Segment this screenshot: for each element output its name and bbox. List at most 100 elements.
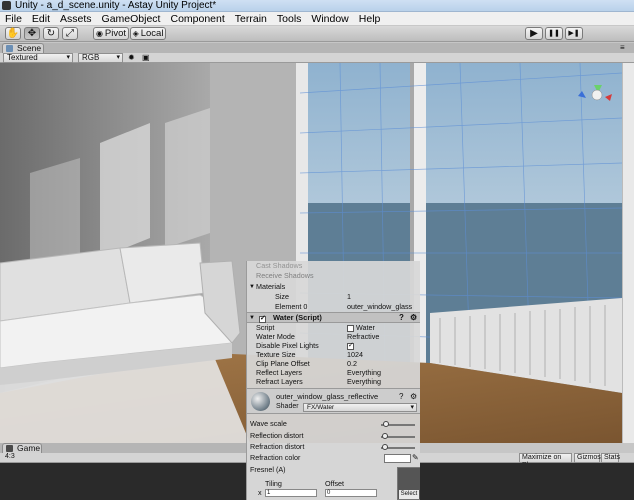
refraction-color-swatch[interactable]: [384, 454, 411, 463]
hand-tool-button[interactable]: ✋: [5, 27, 21, 40]
stats-toggle[interactable]: Stats: [601, 453, 620, 463]
help-icon[interactable]: ?: [399, 313, 404, 323]
refraction-color-label: Refraction color: [250, 453, 301, 462]
refract-layers-row: Refract Layers Everything: [247, 377, 420, 387]
scale-icon: ⤢: [66, 27, 74, 39]
panel-menu-icon[interactable]: ≡: [620, 43, 625, 52]
script-object-icon: [347, 324, 354, 332]
tiling-x-field[interactable]: 1: [265, 489, 317, 497]
play-button[interactable]: ▶: [525, 27, 543, 40]
render-mode-dropdown[interactable]: Textured: [3, 53, 73, 63]
element0-field[interactable]: outer_window_glass: [347, 302, 412, 312]
receive-shadows-row: Receive Shadows: [247, 271, 420, 281]
material-preview-icon: [251, 392, 270, 411]
shader-dropdown[interactable]: FX/Water: [303, 403, 417, 412]
materials-row[interactable]: ▼ Materials: [247, 282, 420, 292]
scene-tab-icon: [6, 45, 13, 52]
step-button[interactable]: ▶❚: [565, 27, 583, 40]
scene-image-icon[interactable]: ▣: [142, 53, 150, 62]
play-icon: ▶: [530, 27, 538, 39]
menu-gameobject[interactable]: GameObject: [97, 12, 166, 26]
element0-label: Element 0: [275, 302, 308, 311]
local-icon: ◈: [132, 29, 139, 38]
water-component-label: Water (Script): [273, 313, 322, 322]
menu-component[interactable]: Component: [165, 12, 229, 26]
maximize-on-play-toggle[interactable]: Maximize on Play: [519, 453, 572, 469]
game-right-control-bar: Maximize on Play Gizmos Stats: [420, 453, 634, 469]
window-title: Unity - a_d_scene.unity - Astay Unity Pr…: [15, 0, 217, 11]
color-mode-dropdown[interactable]: RGB: [78, 53, 123, 63]
material-gear-icon[interactable]: ⚙: [410, 392, 417, 401]
fresnel-label: Fresnel (A): [250, 465, 286, 474]
wave-scale-thumb[interactable]: [383, 421, 389, 427]
menu-tools[interactable]: Tools: [272, 12, 307, 26]
material-help-icon[interactable]: ?: [399, 392, 403, 401]
move-tool-button[interactable]: ✥: [24, 27, 40, 40]
checkbox-check-icon: [347, 341, 354, 351]
title-bar: Unity - a_d_scene.unity - Astay Unity Pr…: [0, 0, 634, 12]
materials-label: Materials: [256, 282, 286, 291]
size-value[interactable]: 1: [347, 292, 351, 302]
step-icon: ▶❚: [568, 29, 580, 37]
pivot-label: Pivot: [104, 28, 127, 39]
refraction-distort-thumb[interactable]: [382, 444, 388, 450]
hand-icon: ✋: [6, 27, 20, 39]
rotate-tool-button[interactable]: ↻: [43, 27, 59, 40]
game-control-bar: 4:3: [0, 453, 246, 463]
game-view-right[interactable]: [420, 463, 634, 500]
material-header: outer_window_glass_reflective ? ⚙ Shader…: [247, 388, 420, 414]
pause-button[interactable]: ❚❚: [545, 27, 563, 40]
shader-label: Shader: [276, 403, 299, 410]
wave-scale-label: Wave scale: [250, 419, 287, 428]
scene-tab-label: Scene: [17, 43, 42, 53]
tiling-x-row: x 1 0: [247, 488, 420, 498]
refract-layers-label: Refract Layers: [256, 377, 303, 386]
element0-row: Element 0 outer_window_glass: [247, 302, 420, 312]
menu-terrain[interactable]: Terrain: [230, 12, 272, 26]
main-toolbar: ✋ ✥ ↻ ⤢ ◉ Pivot ◈ Local ▶ ❚❚ ▶❚: [0, 26, 634, 42]
game-tab-bar: Game: [0, 443, 246, 453]
scene-lighting-icon[interactable]: ✹: [128, 53, 135, 62]
local-toggle[interactable]: ◈ Local: [130, 27, 166, 40]
scene-tab-bar: Scene ≡: [0, 43, 634, 53]
tab-game[interactable]: Game: [2, 443, 42, 453]
pivot-toggle[interactable]: ◉ Pivot: [93, 27, 129, 40]
viewport-scrollbar[interactable]: [622, 63, 634, 443]
tab-scene[interactable]: Scene: [2, 43, 44, 53]
scale-tool-button[interactable]: ⤢: [62, 27, 78, 40]
menu-edit[interactable]: Edit: [27, 12, 55, 26]
rotate-icon: ↻: [46, 27, 56, 39]
eyedropper-icon[interactable]: ✎: [412, 453, 419, 462]
water-fold-icon[interactable]: ▼: [249, 313, 255, 323]
script-enable-checkbox[interactable]: [259, 314, 266, 324]
menu-assets[interactable]: Assets: [55, 12, 97, 26]
cast-shadows-label: Cast Shadows: [256, 261, 303, 270]
menu-file[interactable]: File: [0, 12, 27, 26]
fresnel-texture-slot[interactable]: Select: [397, 467, 420, 500]
water-component-header[interactable]: ▼ Water (Script) ? ⚙: [247, 312, 420, 324]
gear-icon[interactable]: ⚙: [410, 313, 417, 323]
cast-shadows-row: Cast Shadows: [247, 261, 420, 271]
material-name: outer_window_glass_reflective: [276, 392, 379, 401]
refract-layers-dropdown[interactable]: Everything: [347, 377, 381, 387]
size-row: Size 1: [247, 292, 420, 302]
menu-help[interactable]: Help: [354, 12, 386, 26]
refraction-distort-label: Refraction distort: [250, 442, 305, 451]
game-tab-icon: [6, 445, 13, 452]
tiling-x-label: x: [258, 488, 262, 497]
local-label: Local: [140, 28, 164, 39]
reflection-distort-label: Reflection distort: [250, 431, 304, 440]
game-view[interactable]: [0, 463, 246, 500]
unity-logo-icon: [2, 1, 11, 10]
select-texture-button[interactable]: Select: [399, 490, 419, 499]
fresnel-row: Fresnel (A): [247, 465, 420, 475]
script-value: Water: [356, 323, 375, 332]
move-icon: ✥: [27, 27, 37, 39]
size-label: Size: [275, 292, 289, 301]
materials-fold-icon[interactable]: ▼: [249, 282, 255, 292]
offset-x-field[interactable]: 0: [325, 489, 377, 497]
aspect-dropdown[interactable]: 4:3: [3, 453, 63, 463]
menu-window[interactable]: Window: [306, 12, 353, 26]
gizmos-toggle[interactable]: Gizmos: [574, 453, 601, 463]
reflection-distort-thumb[interactable]: [382, 433, 388, 439]
